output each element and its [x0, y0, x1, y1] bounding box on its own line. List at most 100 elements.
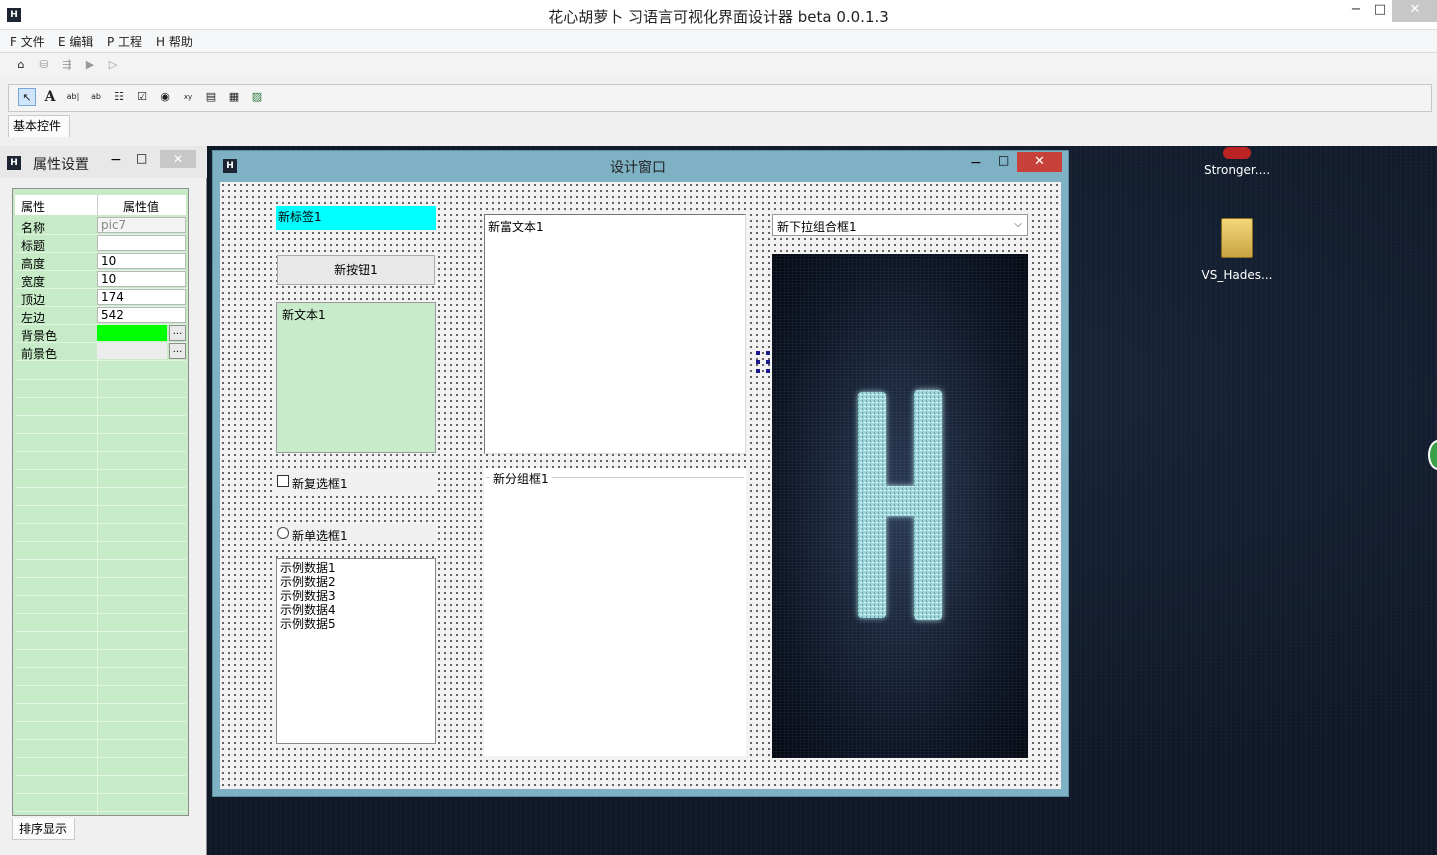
grid-row-divider	[15, 649, 186, 650]
listbox-tool-icon[interactable]: ▤	[202, 88, 220, 106]
grid-row-divider	[15, 703, 186, 704]
design-close-button[interactable]: ✕	[1017, 152, 1062, 172]
list-item[interactable]: 示例数据1	[280, 561, 432, 575]
fgcolor-swatch[interactable]	[97, 343, 167, 359]
panel-close-button[interactable]: ✕	[160, 150, 196, 168]
prop-value-width[interactable]: 10	[97, 271, 186, 287]
selection-handle[interactable]	[756, 360, 760, 364]
menu-bar: F 文件 E 编辑 P 工程 H 帮助	[0, 30, 1437, 52]
groupbox-tool-icon[interactable]: xy	[179, 88, 197, 106]
widget-listbox[interactable]: 示例数据1 示例数据2 示例数据3 示例数据4 示例数据5	[276, 558, 436, 744]
grid-row-divider	[15, 721, 186, 722]
widget-label[interactable]: 新标签1	[276, 206, 436, 230]
radio-circle[interactable]	[277, 527, 289, 539]
widget-combobox[interactable]: 新下拉组合框1 ⌵	[772, 214, 1028, 236]
bgcolor-picker-button[interactable]: ...	[169, 325, 186, 341]
grid-row-divider	[15, 811, 186, 812]
radio-label: 新单选框1	[292, 529, 348, 543]
prop-key-fgcolor: 前景色	[21, 347, 58, 361]
grid-row-divider	[15, 685, 186, 686]
prop-value-name[interactable]: pic7	[97, 217, 186, 233]
widget-radio[interactable]: 新单选框1	[276, 524, 436, 544]
maximize-button[interactable]: □	[1366, 0, 1394, 22]
save-icon[interactable]: ⛁	[35, 56, 53, 74]
design-window-title-bar: H 设计窗口 − □	[212, 150, 1069, 182]
prop-value-top[interactable]: 174	[97, 289, 186, 305]
prop-row-bgcolor: 背景色 ...	[15, 325, 186, 343]
grid-row-divider	[15, 757, 186, 758]
widget-picture[interactable]	[772, 254, 1028, 758]
design-window-title: 设计窗口	[610, 160, 666, 176]
build-icon[interactable]: ⌂	[12, 56, 30, 74]
button-tool-icon[interactable]: ab	[87, 88, 105, 106]
selection-handle[interactable]	[766, 369, 770, 373]
desktop-icon-stronger[interactable]: Stronger....	[1197, 147, 1277, 177]
radio-tool-icon[interactable]: ◉	[156, 88, 174, 106]
panel-minimize-button[interactable]: −	[110, 152, 122, 168]
prop-row-width: 宽度 10	[15, 271, 186, 289]
picture-tool-icon[interactable]: ▨	[248, 88, 266, 106]
selection-handle[interactable]	[756, 351, 760, 355]
prop-row-fgcolor: 前景色 ...	[15, 343, 186, 361]
grid-row-divider	[15, 577, 186, 578]
export-icon[interactable]: ⇶	[58, 56, 76, 74]
panel-maximize-button[interactable]: □	[136, 151, 147, 165]
list-item[interactable]: 示例数据3	[280, 589, 432, 603]
prop-key-bgcolor: 背景色	[21, 329, 58, 343]
main-title-bar: H 花心胡萝卜 习语言可视化界面设计器 beta 0.0.1.3 − □ ✕	[0, 0, 1437, 30]
checkbox-label: 新复选框1	[292, 477, 348, 491]
grid-row-divider	[15, 505, 186, 506]
menu-help[interactable]: H 帮助	[156, 33, 193, 50]
bgcolor-swatch[interactable]	[97, 325, 167, 341]
list-item[interactable]: 示例数据5	[280, 617, 432, 631]
close-button[interactable]: ✕	[1392, 0, 1437, 22]
widget-checkbox[interactable]: 新复选框1	[276, 472, 436, 492]
checkbox-list-tool-icon[interactable]: ☷	[110, 88, 128, 106]
tab-sort-display[interactable]: 排序显示	[12, 818, 75, 840]
app-shortcut-icon	[1223, 147, 1251, 159]
prop-row-name: 名称 pic7	[15, 217, 186, 235]
design-minimize-button[interactable]: −	[970, 155, 982, 171]
menu-edit[interactable]: E 编辑	[58, 33, 93, 50]
header-value: 属性值	[123, 200, 160, 214]
list-item[interactable]: 示例数据4	[280, 603, 432, 617]
fgcolor-picker-button[interactable]: ...	[169, 343, 186, 359]
menu-project[interactable]: P 工程	[107, 33, 142, 50]
widget-textbox[interactable]: 新文本1	[276, 302, 436, 453]
widget-button[interactable]: 新按钮1	[277, 255, 435, 285]
prop-key-title: 标题	[21, 239, 46, 253]
widget-richtext[interactable]: 新富文本1	[484, 214, 746, 454]
design-maximize-button[interactable]: □	[998, 153, 1009, 167]
main-toolbar: ⌂ ⛁ ⇶ ▶ ▷	[0, 52, 1437, 78]
step-icon[interactable]: ▷	[104, 56, 122, 74]
property-panel-title: 属性设置	[33, 157, 89, 173]
checkbox-box[interactable]	[277, 475, 289, 487]
pointer-icon[interactable]: ↖	[18, 88, 36, 106]
menu-file[interactable]: F 文件	[10, 33, 45, 50]
checkbox-tool-icon[interactable]: ☑	[133, 88, 151, 106]
desktop-icon-label: VS_Hades...	[1201, 268, 1273, 282]
groupbox-caption: 新分组框1	[490, 470, 552, 487]
run-icon[interactable]: ▶	[81, 56, 99, 74]
selection-handle[interactable]	[766, 351, 770, 355]
prop-value-left[interactable]: 542	[97, 307, 186, 323]
label-tool-icon[interactable]: A	[41, 88, 59, 106]
chevron-down-icon[interactable]: ⌵	[1011, 217, 1025, 233]
grid-row-divider	[15, 793, 186, 794]
prop-row-top: 顶边 174	[15, 289, 186, 307]
widget-groupbox[interactable]: 新分组框1	[484, 468, 746, 756]
control-palette: ↖ A ab| ab ☷ ☑ ◉ xy ▤ ▦ ▨	[8, 84, 1432, 112]
app-title: 花心胡萝卜 习语言可视化界面设计器 beta 0.0.1.3	[548, 8, 889, 26]
desktop-icon-vs-hades[interactable]: VS_Hades...	[1197, 218, 1277, 282]
list-item[interactable]: 示例数据2	[280, 575, 432, 589]
selection-handle[interactable]	[756, 369, 760, 373]
combobox-value: 新下拉组合框1	[777, 220, 857, 234]
tab-basic-controls[interactable]: 基本控件	[8, 115, 70, 137]
selection-handle[interactable]	[766, 360, 770, 364]
prop-value-title[interactable]	[97, 235, 186, 251]
textbox-tool-icon[interactable]: ab|	[64, 88, 82, 106]
grid-row-divider	[15, 487, 186, 488]
prop-key-top: 顶边	[21, 293, 46, 307]
prop-value-height[interactable]: 10	[97, 253, 186, 269]
combobox-tool-icon[interactable]: ▦	[225, 88, 243, 106]
